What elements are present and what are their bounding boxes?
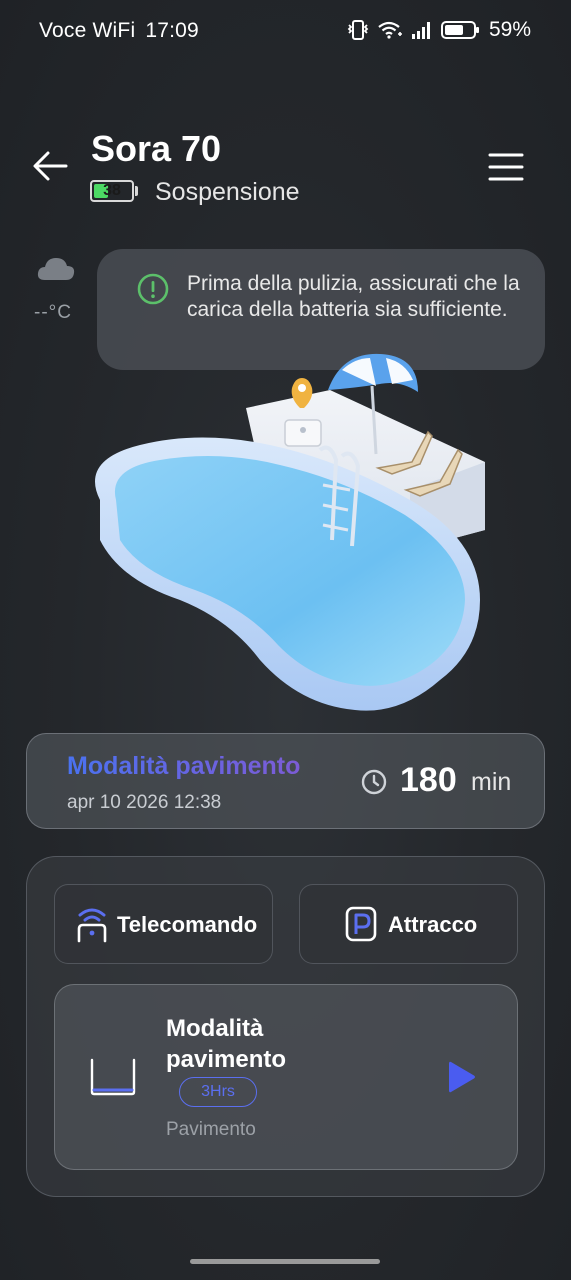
remote-control-button[interactable]: Telecomando xyxy=(54,884,273,964)
app-screen: Voce WiFi 17:09 59% Sora 70 38 Sospensio… xyxy=(0,0,571,1280)
clock-time: 17:09 xyxy=(145,19,199,42)
device-name: Sora 70 xyxy=(91,128,222,169)
exclamation-circle-icon xyxy=(137,273,169,305)
task-duration-unit: min xyxy=(471,768,512,796)
status-left: Voce WiFi 17:09 xyxy=(39,19,203,43)
weather-temperature: --°C xyxy=(34,302,72,323)
wifi-calling-icon xyxy=(377,20,403,40)
battery-level-text: 38 xyxy=(103,182,121,199)
battery-icon xyxy=(440,20,481,40)
arrow-left-icon xyxy=(33,151,68,181)
carrier-label: Voce WiFi xyxy=(39,19,136,42)
device-battery-badge: 38 xyxy=(90,180,138,204)
last-task-card[interactable]: Modalità pavimento apr 10 2026 12:38 180… xyxy=(26,733,545,829)
floor-mode-icon xyxy=(89,1057,137,1097)
status-right: 59% xyxy=(347,18,531,42)
vibrate-icon xyxy=(347,20,369,40)
signal-icon xyxy=(411,20,433,40)
control-panel: Telecomando Attracco Modalità pavimento … xyxy=(26,856,545,1197)
tip-text: Prima della pulizia, assicurati che la c… xyxy=(187,272,520,321)
dock-label: Attracco xyxy=(388,912,478,937)
mode-subtitle: Pavimento xyxy=(166,1119,256,1140)
cloud-icon xyxy=(36,254,76,282)
hamburger-menu-icon xyxy=(488,153,524,181)
mode-duration-pill: 3Hrs xyxy=(179,1077,257,1107)
task-duration-value: 180 xyxy=(400,761,457,799)
menu-button[interactable] xyxy=(488,152,524,182)
pool-with-robot-illustration xyxy=(80,350,500,730)
battery-tip xyxy=(135,186,138,196)
task-mode-label: Modalità pavimento xyxy=(67,752,301,780)
back-button[interactable] xyxy=(30,146,74,186)
clock-icon xyxy=(360,768,388,796)
battery-percent: 59% xyxy=(488,18,531,41)
mode-title: Modalità pavimento xyxy=(166,1015,287,1073)
cleaning-mode-card[interactable]: Modalità pavimento 3Hrs Pavimento xyxy=(54,984,518,1170)
remote-control-label: Telecomando xyxy=(117,912,258,937)
parking-dock-icon xyxy=(344,905,378,943)
dock-button[interactable]: Attracco xyxy=(299,884,518,964)
status-bar: Voce WiFi 17:09 59% xyxy=(0,0,571,64)
start-cleaning-button[interactable] xyxy=(447,1059,477,1095)
task-datetime: apr 10 2026 12:38 xyxy=(67,792,222,813)
home-indicator[interactable] xyxy=(190,1259,380,1264)
device-state: Sospensione xyxy=(155,178,300,206)
remote-control-icon xyxy=(75,905,109,943)
play-icon xyxy=(449,1061,475,1093)
